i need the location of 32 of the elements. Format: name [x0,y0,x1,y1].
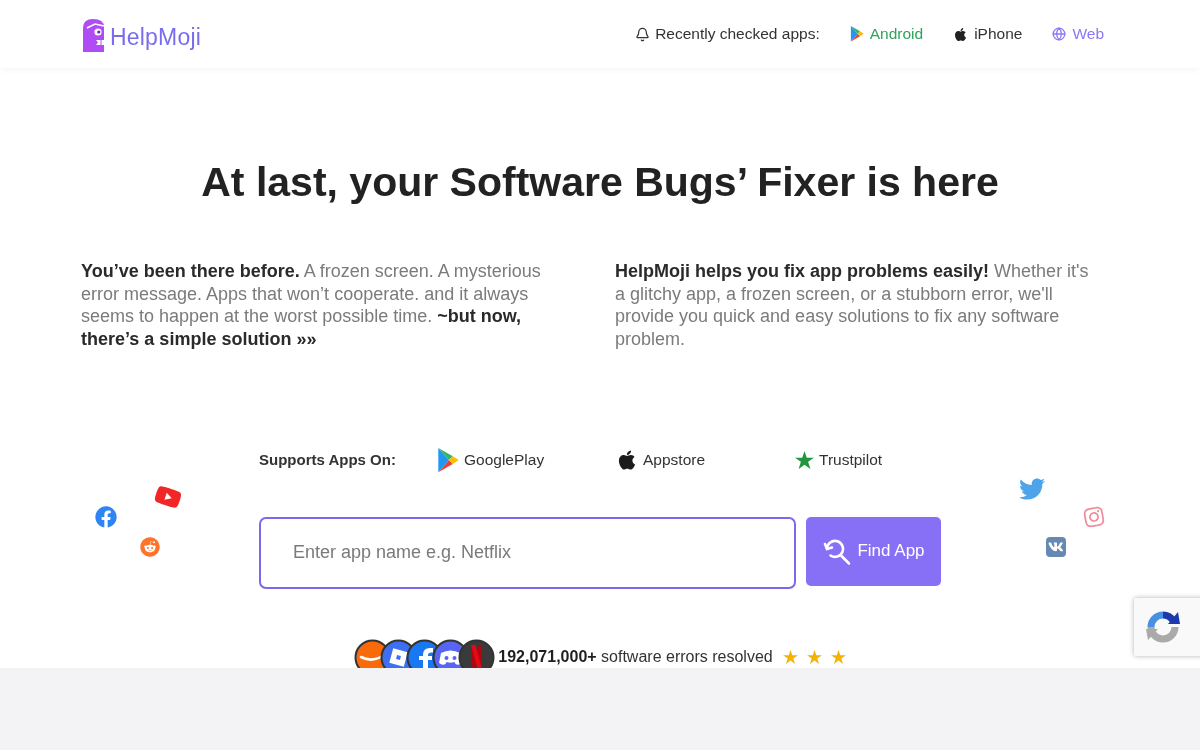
star-icon [795,450,814,469]
instagram-icon [1081,504,1107,530]
store-name: Trustpilot [819,450,883,469]
platform-link[interactable]: Web [1052,25,1104,43]
recent-apps-label: Recently checked apps: [655,25,820,43]
intro-paragraph: You’ve been there before. A frozen screen. A mysterious error message. Apps that won’t cooperate. and it always seems to happen at the worst possible time. ~but now, there’s a simple solution »» [81,260,542,351]
store-name: GooglePlay [464,450,545,469]
supports-label: Supports Apps On: [259,451,397,469]
star-icon [806,649,822,664]
play-triangle-icon [437,447,459,472]
reddit-icon [140,537,160,557]
apple-icon [616,448,638,471]
play-triangle-icon [849,26,864,42]
apple-icon [953,26,969,42]
bird-icon [1019,476,1045,502]
star-icon [782,649,798,664]
store-name: Appstore [643,450,706,469]
hero-title: At last, your Software Bugs’ Fixer is here [201,159,999,205]
platform-link[interactable]: Android [849,25,924,43]
platform-link[interactable]: iPhone [953,25,1023,43]
bell-icon [635,26,651,42]
logo-text[interactable]: HelpMoji [110,24,202,51]
star-icon [830,649,846,664]
monster-logo-icon [82,18,106,52]
find-app-button[interactable]: Find App [806,516,941,586]
errors-resolved-text: 192,071,000+ software errors resolved [498,646,773,667]
globe-icon [1052,27,1067,41]
intro-paragraph: HelpMoji helps you fix app problems easily! Whether it's a glitchy app, a frozen screen, or a stubborn error, we'll provide you quick and easy solutions to fix any software problem. [615,260,1090,351]
vk-icon [1046,537,1066,557]
captcha-badge[interactable] [1134,598,1200,656]
search-field[interactable]: Enter app name e.g. Netflix [259,516,796,589]
facebook-icon [95,506,117,528]
